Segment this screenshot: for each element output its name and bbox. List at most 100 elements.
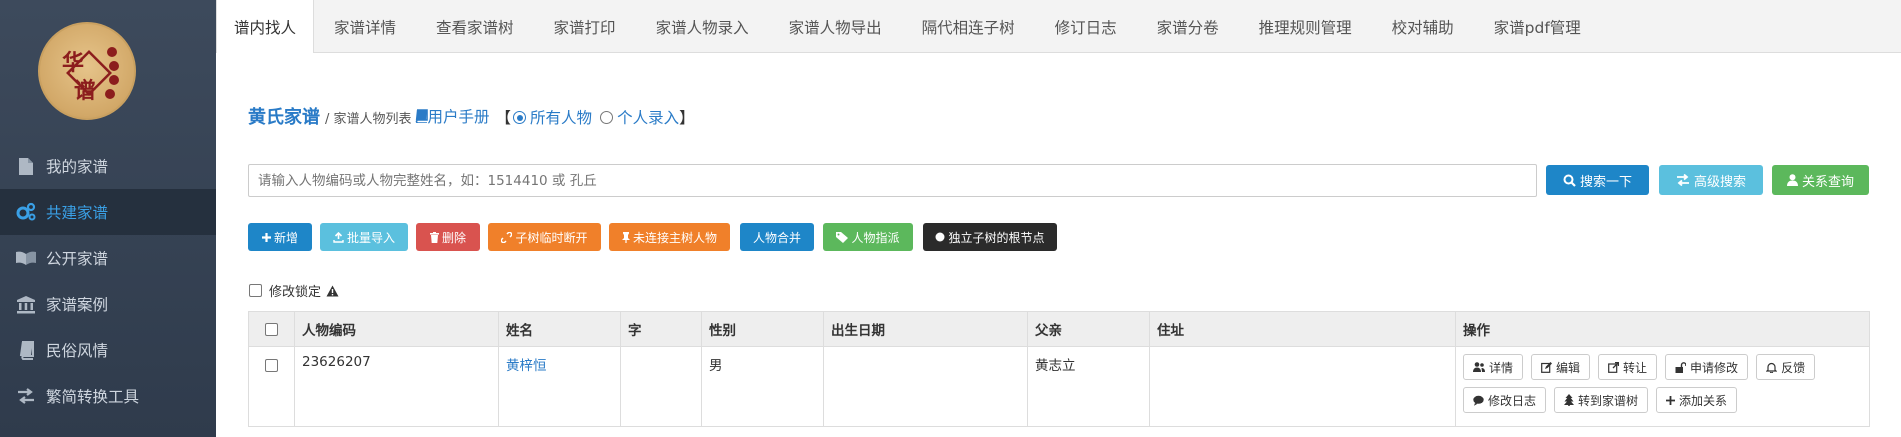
tab-details[interactable]: 家谱详情	[314, 0, 416, 53]
edit-log-button[interactable]: 修改日志	[1463, 387, 1547, 413]
search-icon	[1563, 174, 1576, 187]
row-checkbox[interactable]	[265, 359, 278, 372]
new-button-label: 新增	[273, 230, 298, 245]
person-name-link[interactable]: 黄梓恒	[506, 358, 547, 374]
merge-persons-label: 人物合并	[752, 230, 801, 245]
edit-label: 编辑	[1556, 360, 1581, 375]
actions-cell: 详情 编辑 转让 申请修改 反馈 修改日志 转到家谱树 添加关系	[1455, 346, 1870, 427]
advanced-search-button[interactable]: 高级搜索	[1659, 165, 1763, 195]
feedback-button[interactable]: 反馈	[1756, 354, 1816, 380]
delete-label: 删除	[441, 230, 466, 245]
tab-find-person[interactable]: 谱内找人	[216, 0, 315, 53]
assign-person-button[interactable]: 人物指派	[823, 223, 913, 251]
svg-text:谱: 谱	[74, 78, 96, 104]
radio-personal-entry[interactable]: 个人录入	[600, 106, 679, 128]
exchange-icon	[14, 386, 38, 406]
family-name-link[interactable]: 黄氏家谱	[248, 103, 320, 129]
column-header[interactable]: 字	[620, 311, 702, 347]
tab-edit-log[interactable]: 修订日志	[1035, 0, 1137, 53]
book-icon	[14, 340, 38, 360]
add-relation-label: 添加关系	[1679, 393, 1728, 408]
batch-import-label: 批量导入	[346, 230, 395, 245]
bracket-open: 【	[495, 109, 512, 127]
details-button[interactable]: 详情	[1463, 354, 1524, 380]
sidebar-item-my-genealogy[interactable]: 我的家谱	[0, 143, 216, 189]
independent-root-button[interactable]: 独立子树的根节点	[923, 223, 1057, 251]
tab-view-tree[interactable]: 查看家谱树	[416, 0, 534, 53]
comment-icon	[1473, 395, 1484, 406]
person-zi-cell	[620, 346, 702, 427]
feedback-label: 反馈	[1781, 360, 1806, 375]
subtree-disconnect-button[interactable]: 子树临时断开	[488, 223, 601, 251]
unconnected-persons-button[interactable]: 未连接主树人物	[609, 223, 730, 251]
bracket-close: 】	[679, 109, 695, 127]
page-subtitle: / 家谱人物列表	[325, 112, 412, 127]
person-gender-cell: 男	[701, 346, 824, 427]
edit-lock-row: 修改锁定	[249, 281, 339, 300]
sidebar-item-label: 公开家谱	[46, 250, 109, 268]
tab-print[interactable]: 家谱打印	[534, 0, 636, 53]
tab-rules[interactable]: 推理规则管理	[1239, 0, 1372, 53]
row-select-cell	[248, 346, 295, 427]
search-button[interactable]: 搜索一下	[1546, 165, 1649, 195]
request-edit-button[interactable]: 申请修改	[1665, 354, 1749, 380]
radio-personal-indicator	[600, 111, 614, 124]
tab-bar: 谱内找人 家谱详情 查看家谱树 家谱打印 家谱人物录入 家谱人物导出 隔代相连子…	[216, 0, 1901, 53]
tab-person-export[interactable]: 家谱人物导出	[769, 0, 902, 53]
add-relation-button[interactable]: 添加关系	[1656, 387, 1738, 413]
transfer-button[interactable]: 转让	[1598, 354, 1658, 380]
relation-query-label: 关系查询	[1801, 174, 1854, 190]
tab-volumes[interactable]: 家谱分卷	[1137, 0, 1239, 53]
edit-log-label: 修改日志	[1488, 393, 1537, 408]
tab-pdf[interactable]: 家谱pdf管理	[1474, 0, 1601, 53]
table-row: 23626207 黄梓恒 男 黄志立 详情 编辑 转让 申请修改 反馈 修改日志…	[248, 346, 1870, 427]
select-all-cell	[248, 311, 295, 347]
batch-import-button[interactable]: 批量导入	[320, 223, 408, 251]
edit-button[interactable]: 编辑	[1531, 354, 1591, 380]
plus-icon	[261, 232, 271, 242]
go-to-tree-button[interactable]: 转到家谱树	[1554, 387, 1649, 413]
main-content: 黄氏家谱 / 家谱人物列表 用户手册 【 所有人物 个人录入 】 搜索一下 高级…	[216, 53, 1901, 437]
delete-button[interactable]: 删除	[416, 223, 480, 251]
unconnected-persons-label: 未连接主树人物	[632, 230, 717, 245]
column-header[interactable]: 性别	[701, 311, 824, 347]
new-button[interactable]: 新增	[248, 223, 312, 251]
column-header[interactable]: 操作	[1455, 311, 1870, 347]
open-book-icon	[14, 248, 38, 268]
tag-icon	[836, 231, 849, 243]
sidebar: 华 谱 我的家谱 共建家谱 公开家谱 家谱案例 民俗风情 繁简转换工具	[0, 0, 216, 437]
user-manual-link[interactable]: 用户手册	[415, 105, 490, 127]
independent-root-label: 独立子树的根节点	[948, 230, 1045, 245]
sidebar-item-converter[interactable]: 繁简转换工具	[0, 373, 216, 419]
plus-icon	[1666, 395, 1676, 405]
search-input[interactable]	[248, 164, 1537, 197]
radio-all-persons[interactable]: 所有人物	[513, 106, 592, 128]
unlink-icon	[501, 231, 513, 243]
users-icon	[1473, 362, 1485, 372]
column-header[interactable]: 出生日期	[823, 311, 1028, 347]
column-header[interactable]: 住址	[1149, 311, 1456, 347]
trash-icon	[429, 231, 439, 243]
sidebar-item-cases[interactable]: 家谱案例	[0, 281, 216, 327]
person-table: 人物编码 姓名 字 性别 出生日期 父亲 住址 操作 23626207 黄梓恒 …	[248, 311, 1870, 427]
sidebar-item-co-build[interactable]: 共建家谱	[0, 189, 216, 235]
sidebar-item-folklore[interactable]: 民俗风情	[0, 327, 216, 373]
edit-lock-checkbox[interactable]	[249, 284, 262, 297]
logo[interactable]: 华 谱	[38, 22, 136, 120]
person-birth-cell	[823, 346, 1028, 427]
external-link-icon	[1608, 361, 1620, 373]
column-header[interactable]: 人物编码	[294, 311, 499, 347]
tab-generation-subtree[interactable]: 隔代相连子树	[902, 0, 1035, 53]
merge-persons-button[interactable]: 人物合并	[740, 223, 814, 251]
radio-all-label: 所有人物	[530, 108, 593, 127]
warning-icon[interactable]	[326, 285, 339, 297]
relation-query-button[interactable]: 关系查询	[1772, 165, 1869, 195]
column-header[interactable]: 父亲	[1027, 311, 1150, 347]
edit-lock-label: 修改锁定	[269, 285, 322, 300]
column-header[interactable]: 姓名	[498, 311, 621, 347]
tab-proofread[interactable]: 校对辅助	[1372, 0, 1474, 53]
tab-person-entry[interactable]: 家谱人物录入	[636, 0, 769, 53]
sidebar-item-label: 共建家谱	[46, 204, 109, 222]
select-all-checkbox[interactable]	[265, 322, 278, 336]
sidebar-item-public[interactable]: 公开家谱	[0, 235, 216, 281]
